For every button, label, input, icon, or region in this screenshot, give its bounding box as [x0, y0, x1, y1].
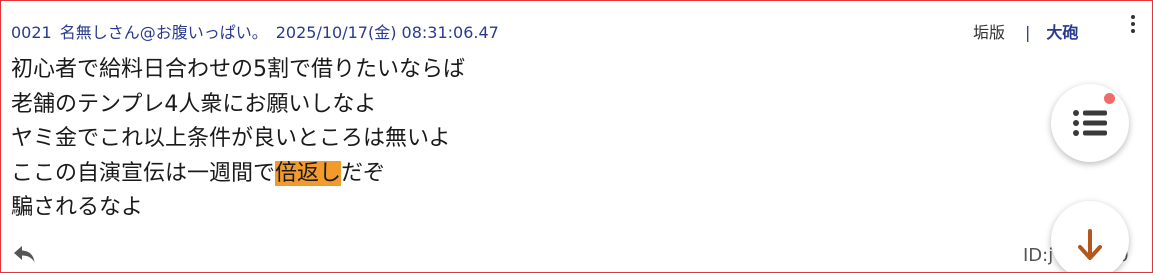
body-line: 老舗のテンプレ4人衆にお願いしなよ — [11, 91, 377, 117]
body-line: ヤミ金でこれ以上条件が良いところは無いよ — [11, 126, 451, 151]
post-card: 0021 名無しさん@お腹いっぱい。 2025/10/17(金) 08:31:06.… — [0, 0, 1153, 273]
kebab-menu-icon[interactable] — [1125, 13, 1141, 35]
highlighted-text: 倍返し — [275, 160, 342, 186]
body-line: 初心者で給料日合わせの5割で借りたいならば — [11, 57, 465, 82]
reply-icon[interactable] — [13, 244, 37, 264]
aka-link[interactable]: 垢版 — [973, 23, 1005, 42]
post-header: 0021 名無しさん@お腹いっぱい。 2025/10/17(金) 08:31:06.… — [11, 19, 499, 43]
link-separator: | — [1025, 23, 1031, 42]
notification-dot — [1104, 93, 1115, 104]
body-line: ここの自演宣伝は一週間で倍返しだぞ — [11, 157, 465, 192]
body-text: ここの自演宣伝は一週間で — [11, 160, 276, 186]
post-number[interactable]: 0021 — [11, 23, 52, 42]
scroll-down-button[interactable] — [1051, 201, 1129, 272]
list-button[interactable] — [1051, 84, 1129, 162]
list-icon — [1073, 110, 1107, 136]
post-body: 初心者で給料日合わせの5割で借りたいならば 老舗のテンプレ4人衆にお願いしなよ … — [11, 53, 465, 226]
body-text: だぞ — [341, 160, 386, 186]
arrow-down-icon — [1078, 229, 1102, 260]
taihou-link[interactable]: 大砲 — [1046, 23, 1078, 42]
post-datetime: 2025/10/17(金) 08:31:06.47 — [275, 23, 499, 42]
body-line: 騙されるなよ — [11, 195, 144, 220]
header-links: 垢版 | 大砲 — [973, 19, 1078, 43]
poster-name: 名無しさん@お腹いっぱい。 — [59, 23, 268, 42]
poster-id-label: ID:j — [1023, 245, 1054, 266]
